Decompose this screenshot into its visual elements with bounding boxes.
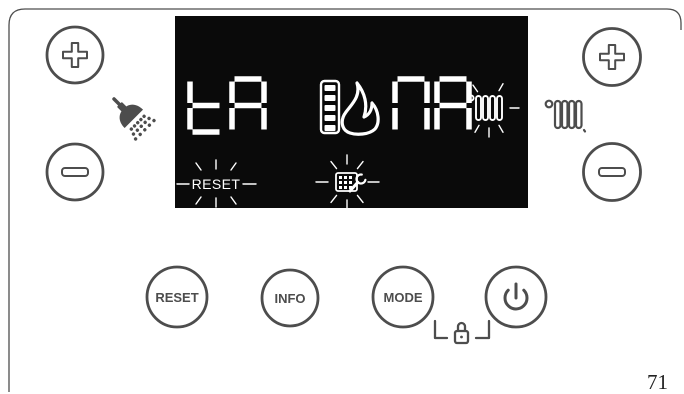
level-bar [324, 115, 336, 121]
heating-increase-button[interactable] [582, 27, 642, 87]
button-ring[interactable] [582, 27, 642, 87]
level-bar [324, 95, 336, 101]
lcd-display: RESET [175, 16, 528, 210]
boiler-control-panel: RESET RESET INFO MODE 71 [8, 8, 682, 394]
shower-icon [112, 97, 156, 141]
level-bar [324, 125, 336, 131]
dhw-increase-button[interactable] [45, 25, 105, 85]
info-button-label: INFO [274, 291, 305, 306]
mode-button[interactable]: MODE [371, 265, 435, 329]
reset-button-label: RESET [155, 290, 198, 305]
button-ring[interactable] [45, 25, 105, 85]
radiator-icon [544, 99, 587, 133]
reset-button[interactable]: RESET [145, 265, 209, 329]
mode-button-label: MODE [384, 290, 423, 305]
level-bar [324, 105, 336, 111]
lock-bracket-left [433, 319, 449, 340]
reset-indicator-label: RESET [192, 176, 241, 192]
power-button[interactable] [484, 265, 548, 329]
lock-icon [453, 321, 470, 345]
manual-page: RESET RESET INFO MODE 71 [0, 0, 684, 394]
info-button[interactable]: INFO [260, 268, 320, 328]
key-lock-indicator [433, 319, 491, 345]
lock-bracket-right [474, 319, 491, 340]
level-bar [324, 85, 336, 91]
button-ring[interactable] [582, 142, 642, 202]
heating-decrease-button[interactable] [582, 142, 642, 202]
button-ring[interactable] [45, 142, 105, 202]
page-number: 71 [647, 370, 668, 394]
dhw-decrease-button[interactable] [45, 142, 105, 202]
